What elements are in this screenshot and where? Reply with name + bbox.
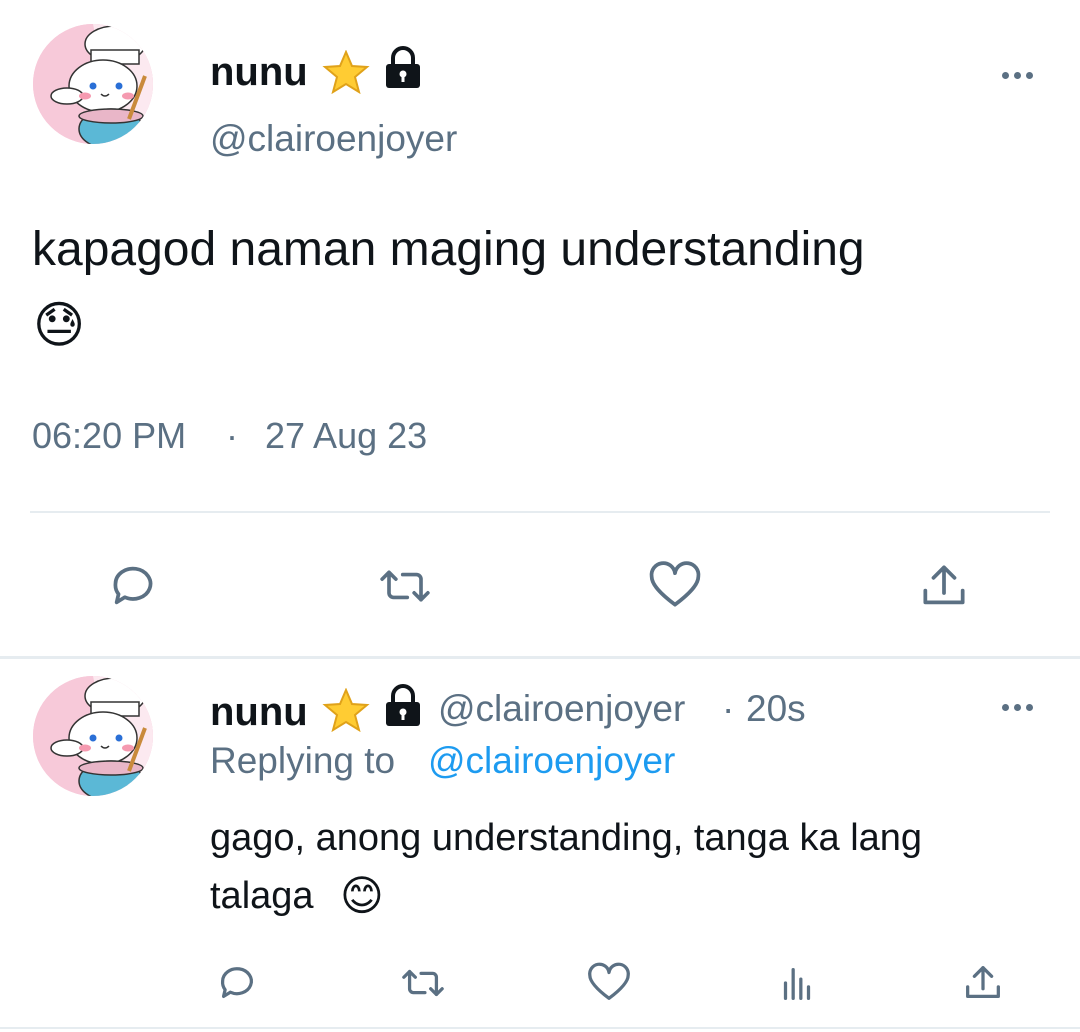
heart-icon[interactable]	[645, 556, 705, 616]
chef-character-image	[33, 676, 153, 796]
meta-separator: ·	[226, 415, 238, 456]
replying-to-handle[interactable]: @clairoenjoyer	[428, 740, 675, 782]
tweet-emoji: 😓	[33, 297, 86, 353]
reply-author-handle[interactable]: @clairoenjoyer	[438, 688, 685, 730]
more-icon[interactable]	[1002, 72, 1033, 79]
author-avatar[interactable]	[33, 24, 153, 144]
reply-icon[interactable]	[103, 556, 163, 616]
retweet-icon[interactable]	[373, 556, 437, 616]
tweet-text: kapagod naman maging understanding	[32, 223, 865, 276]
reply-age[interactable]: 20s	[746, 688, 806, 730]
star-icon	[322, 687, 370, 737]
lock-icon	[382, 46, 424, 95]
divider	[30, 511, 1050, 513]
lock-icon	[382, 684, 424, 733]
analytics-icon[interactable]	[772, 958, 822, 1008]
reply-text-line2: talaga	[210, 875, 314, 917]
reply-dot: ·	[722, 688, 735, 729]
reply-icon[interactable]	[212, 958, 262, 1008]
divider	[0, 656, 1080, 659]
author-name[interactable]: nunu	[210, 50, 308, 95]
divider	[0, 1027, 1080, 1029]
reply-author-name[interactable]: nunu	[210, 690, 308, 735]
reply-author-avatar[interactable]	[33, 676, 153, 796]
share-icon[interactable]	[914, 556, 974, 616]
tweet-time[interactable]: 06:20 PM	[32, 415, 186, 457]
chef-character-image	[33, 24, 153, 144]
replying-to-label: Replying to	[210, 740, 396, 781]
more-icon[interactable]	[1002, 704, 1033, 711]
reply-text-line1: gago, anong understanding, tanga ka lang	[210, 817, 923, 859]
author-handle[interactable]: @clairoenjoyer	[210, 118, 457, 160]
heart-icon[interactable]	[584, 958, 634, 1008]
share-icon[interactable]	[958, 958, 1008, 1008]
retweet-icon[interactable]	[396, 958, 450, 1008]
star-icon	[322, 49, 370, 99]
reply-emoji: 😊	[340, 872, 384, 919]
tweet-date[interactable]: 27 Aug 23	[265, 415, 427, 457]
